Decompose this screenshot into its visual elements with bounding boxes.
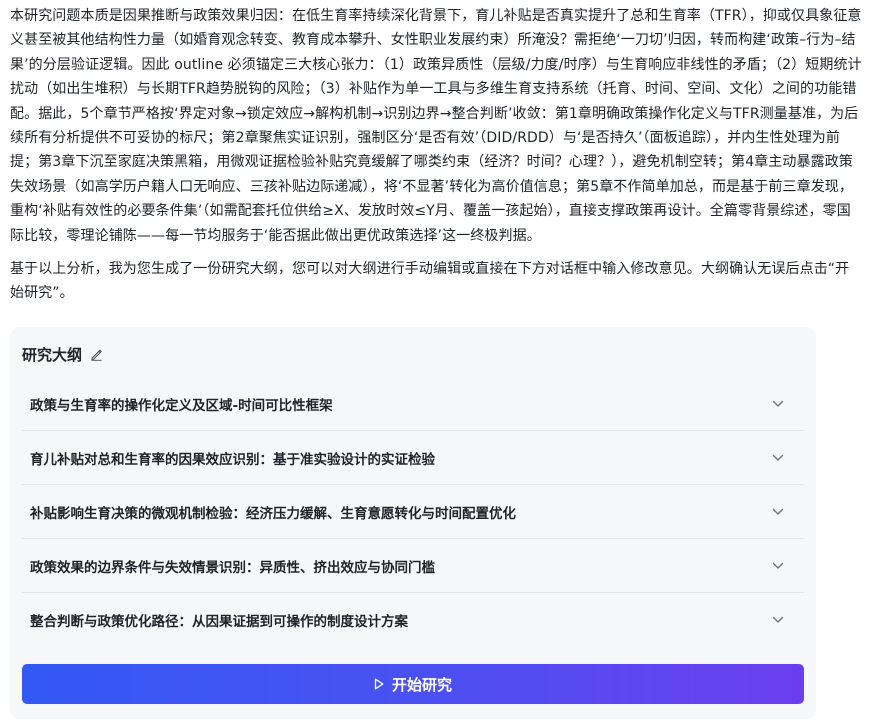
start-research-label: 开始研究 [391, 675, 452, 694]
outline-title: 研究大纲 [22, 345, 83, 364]
chevron-down-icon[interactable] [772, 562, 784, 570]
outline-item-label: 育儿补贴对总和生育率的因果效应识别：基于准实验设计的实证检验 [30, 451, 435, 468]
research-outline-card: 研究大纲 政策与生育率的操作化定义及区域-时间可比性框架 育儿补贴对总和生育率的… [10, 327, 816, 719]
outline-item-3[interactable]: 补贴影响生育决策的微观机制检验：经济压力缓解、生育意愿转化与时间配置优化 [22, 485, 804, 539]
outline-item-1[interactable]: 政策与生育率的操作化定义及区域-时间可比性框架 [22, 377, 804, 431]
chevron-down-icon[interactable] [772, 508, 784, 516]
outline-header: 研究大纲 [22, 343, 103, 365]
chevron-down-icon[interactable] [772, 454, 784, 462]
start-research-button[interactable]: 开始研究 [22, 664, 804, 704]
pencil-icon[interactable] [90, 348, 103, 361]
outline-item-4[interactable]: 政策效果的边界条件与失效情景识别：异质性、挤出效应与协同门槛 [22, 539, 804, 593]
outline-item-2[interactable]: 育儿补贴对总和生育率的因果效应识别：基于准实验设计的实证检验 [22, 431, 804, 485]
outline-list: 政策与生育率的操作化定义及区域-时间可比性框架 育儿补贴对总和生育率的因果效应识… [22, 377, 804, 647]
instruction-paragraph: 基于以上分析，我为您生成了一份研究大纲，您可以对大纲进行手动编辑或直接在下方对话… [10, 261, 850, 302]
analysis-paragraph: 本研究问题本质是因果推断与政策效果归因：在低生育率持续深化背景下，育儿补贴是否真… [10, 8, 862, 244]
outline-item-label: 政策效果的边界条件与失效情景识别：异质性、挤出效应与协同门槛 [30, 559, 435, 576]
outline-item-label: 整合判断与政策优化路径：从因果证据到可操作的制度设计方案 [30, 614, 408, 630]
chevron-down-icon[interactable] [772, 616, 784, 624]
outline-item-label: 补贴影响生育决策的微观机制检验：经济压力缓解、生育意愿转化与时间配置优化 [30, 505, 516, 522]
outline-item-label: 政策与生育率的操作化定义及区域-时间可比性框架 [30, 397, 333, 414]
chat-response: 本研究问题本质是因果推断与政策效果归因：在低生育率持续深化背景下，育儿补贴是否真… [0, 0, 873, 728]
chevron-down-icon[interactable] [772, 400, 784, 408]
play-icon [374, 678, 384, 690]
outline-item-5[interactable]: 整合判断与政策优化路径：从因果证据到可操作的制度设计方案 [22, 593, 804, 647]
